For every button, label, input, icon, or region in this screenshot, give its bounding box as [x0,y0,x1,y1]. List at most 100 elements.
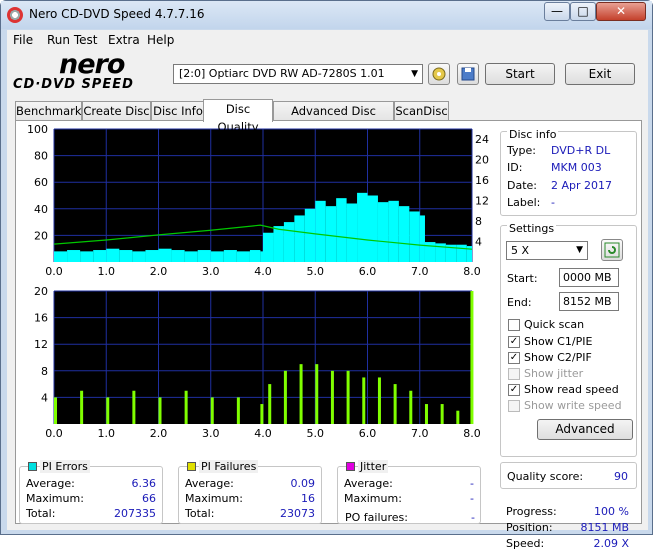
chart1-area-segment [315,200,326,262]
jitter-avg-label: Average: [344,477,393,490]
chart1-y2-tick-label: 24 [475,133,489,146]
chart2-bar [132,390,136,424]
progress-group: Progress: 100 % Position: 8151 MB Speed:… [500,493,637,550]
chart1-y-tick-label: 20 [34,229,48,242]
chart2-bar [362,377,366,424]
advanced-button[interactable]: Advanced [537,419,633,440]
drive-info-button[interactable] [428,63,450,85]
exit-button[interactable]: Exit [565,63,635,85]
id-value: MKM 003 [551,161,602,174]
chart1-area-segment [67,250,81,262]
progress-label: Progress: [506,505,557,518]
tab-advanced-disc-quality[interactable]: Advanced Disc Quality [273,101,394,136]
quality-score-label: Quality score: [507,470,584,483]
chart1-area-segment [210,251,224,262]
chart1-area-segment [54,251,68,262]
chart1-area-segment [294,215,305,262]
chart1-area-segment [398,206,410,262]
pi-errors-chart: 0.0 1.0 2.0 3.0 4.0 5.0 6.0 7.0 8.0 100 80 60 40 20 24… [27,123,489,440]
chart2-bar [440,404,444,424]
chart1-y2-tick-label: 16 [475,174,489,187]
po-failures-value: - [471,511,475,524]
title-bar[interactable]: Nero CD-DVD Speed 4.7.7.16 — □ ✕ [1,1,652,29]
pi-failures-total: 23073 [280,507,315,520]
pi-failures-total-label: Total: [185,507,215,520]
speed-select-value: 5 X [511,244,530,257]
chart2-bar [377,377,381,424]
menu-bar: File Run Test Extra Help [7,30,648,50]
maximize-button[interactable]: □ [570,2,596,21]
minimize-button[interactable]: — [544,2,570,21]
chart1-area-segment [171,250,185,262]
drive-select[interactable]: [2:0] Optiarc DVD RW AD-7280S 1.01 ▼ [173,64,423,84]
menu-file[interactable]: File [13,33,33,47]
progress-value: 100 % [594,505,629,518]
tab-disc-quality[interactable]: Disc Quality [203,99,273,134]
refresh-speed-button[interactable] [601,239,623,261]
show-c2-label: Show C2/PIF [524,351,592,364]
position-label: Position: [506,521,553,534]
chart2-bar [283,370,287,424]
disc-icon [7,7,23,23]
tab-scandisc[interactable]: ScanDisc [394,101,449,121]
close-button[interactable]: ✕ [596,2,646,21]
date-value: 2 Apr 2017 [551,179,613,192]
chart1-area-segment [145,250,159,262]
chart1-y-tick-label: 60 [34,176,48,189]
quick-scan-checkbox[interactable] [508,319,520,331]
pi-errors-avg: 6.36 [131,477,157,490]
quality-score-value: 90 [614,470,628,483]
chart1-y-tick-label: 40 [34,203,48,216]
chart1-area-segment [409,211,420,262]
disc-info-group: Disc info Type: DVD+R DL ID: MKM 003 Dat… [500,128,637,216]
chart2-bar [268,384,272,424]
pi-failures-swatch [187,462,196,471]
tab-benchmark[interactable]: Benchmark [15,101,82,121]
chart2-bar [260,404,264,424]
pi-failures-max-label: Maximum: [185,492,243,505]
show-read-speed-checkbox[interactable]: ✓ [508,384,520,396]
chart1-x-tick-label: 5.0 [307,265,325,278]
show-read-speed-label: Show read speed [524,383,619,396]
chart2-bar [330,370,334,424]
chart1-y-tick-label: 80 [34,150,48,163]
chart2-bar [424,404,428,424]
menu-run-test[interactable]: Run Test [47,33,97,47]
start-button[interactable]: Start [485,63,555,85]
chart2-bar [80,390,84,424]
chart1-area-segment [377,202,389,262]
chart1-area-segment [424,242,436,262]
po-failures-label: PO failures: [345,511,408,524]
speed-label: Speed: [506,537,545,550]
show-jitter-checkbox [508,368,520,380]
tab-create-disc[interactable]: Create Disc [82,101,151,121]
label-value: - [551,196,555,209]
end-label: End: [507,296,532,309]
menu-extra[interactable]: Extra [108,33,140,47]
show-c2-checkbox[interactable]: ✓ [508,352,520,364]
start-input[interactable]: 0000 MB [559,268,619,287]
chart1-y-tick-label: 100 [27,123,48,136]
cd-dvd-speed-logo: CD·DVD SPEED [13,77,134,92]
chart2-bar [184,390,188,424]
menu-help[interactable]: Help [147,33,174,47]
pi-failures-avg-label: Average: [185,477,234,490]
chart1-area-segment [184,251,198,262]
end-input[interactable]: 8152 MB [559,292,619,311]
chart1-y2-tick-label: 8 [475,215,482,228]
chart1-area-segment [93,250,107,262]
chart2-bar [210,397,214,424]
pi-errors-max: 66 [142,492,156,505]
tab-disc-info[interactable]: Disc Info [151,101,205,121]
chart2-bar [456,410,460,424]
chart1-y2-tick-label: 20 [475,154,489,167]
chart2-x-tick-label: 5.0 [307,427,325,440]
chart2-x-tick-label: 3.0 [202,427,220,440]
pi-errors-title: PI Errors [40,460,90,473]
speed-select[interactable]: 5 X ▼ [506,241,588,260]
save-button[interactable] [457,63,479,85]
show-c1-checkbox[interactable]: ✓ [508,336,520,348]
show-write-speed-checkbox [508,400,520,412]
chart1-area-segment [336,198,347,262]
chart2-bar [236,397,240,424]
